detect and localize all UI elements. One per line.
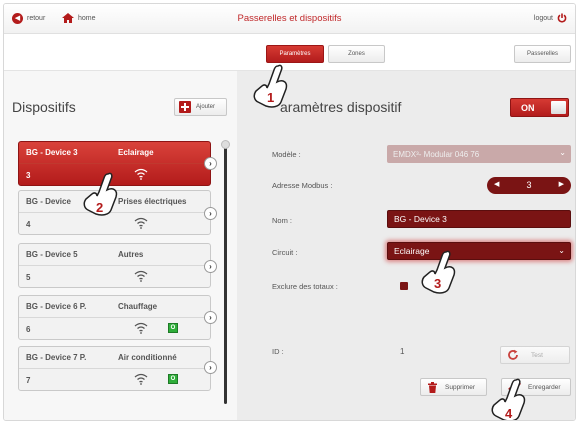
trash-icon <box>428 381 437 393</box>
nom-field[interactable]: BG - Device 3 <box>387 210 571 228</box>
device-number: 7 <box>26 376 31 385</box>
wifi-icon <box>134 168 148 180</box>
device-arrow-button[interactable]: › <box>204 361 217 374</box>
page-title: Passerelles et dispositifs <box>237 13 342 24</box>
device-name: BG - Device 6 P. <box>26 302 87 311</box>
device-card[interactable]: BG - Device 7 P. Air conditionné 7 O <box>18 346 211 391</box>
top-bar: ◀ retour home Passerelles et dispositifs… <box>4 4 575 34</box>
logout-link[interactable]: logout <box>534 13 567 23</box>
device-card-footer: 7 O <box>19 369 210 390</box>
callout-number: 2 <box>96 200 103 215</box>
tutorial-hand-2: 2 <box>80 170 124 218</box>
logout-label: logout <box>533 14 553 22</box>
chevron-down-icon: ⌄ <box>558 246 565 255</box>
exclure-checkbox[interactable] <box>400 282 408 290</box>
device-circuit: Chauffage <box>118 302 158 311</box>
device-card-footer: 5 <box>19 266 210 287</box>
wifi-icon <box>134 373 148 385</box>
modele-value: EMDX³- Modular 046 76 <box>393 149 480 159</box>
device-arrow-button[interactable]: › <box>204 157 217 170</box>
device-arrow-button[interactable]: › <box>204 207 217 220</box>
wifi-icon <box>134 270 148 282</box>
app-frame: ◀ retour home Passerelles et dispositifs… <box>3 3 576 421</box>
toggle-label: ON <box>521 103 535 113</box>
device-card-header: BG - Device 3 Eclairage <box>19 142 210 164</box>
toggle-knob <box>551 101 566 114</box>
save-label: Enregarder <box>528 383 561 391</box>
on-status-badge: O <box>168 374 178 384</box>
wifi-icon <box>134 322 148 334</box>
device-name: BG - Device 3 <box>26 148 78 157</box>
delete-button[interactable]: Supprimer <box>420 378 487 396</box>
callout-number: 4 <box>505 406 513 421</box>
device-number: 3 <box>26 171 31 180</box>
modele-select[interactable]: EMDX³- Modular 046 76 ⌄ <box>387 145 571 163</box>
callout-number: 3 <box>434 276 441 291</box>
tutorial-hand-1: 1 <box>250 62 294 110</box>
device-card-footer: 6 O <box>19 318 210 339</box>
circuit-select[interactable]: Eclairage ⌄ <box>387 242 571 260</box>
device-card-header: BG - Device 6 P. Chauffage <box>19 296 210 318</box>
devices-title: Dispositifs <box>12 99 76 115</box>
device-number: 5 <box>26 273 31 282</box>
device-circuit: Air conditionné <box>118 353 177 362</box>
device-card-header: BG - Device 7 P. Air conditionné <box>19 347 210 369</box>
modele-label: Modèle : <box>272 150 301 159</box>
device-name: BG - Device 5 <box>26 250 78 259</box>
device-arrow-button[interactable]: › <box>204 260 217 273</box>
device-circuit: Eclairage <box>118 148 154 157</box>
test-label: Test <box>531 351 543 359</box>
device-number: 4 <box>26 220 31 229</box>
increment-icon[interactable]: ▶ <box>559 180 564 188</box>
nom-value: BG - Device 3 <box>394 214 447 224</box>
plus-icon <box>179 101 191 113</box>
add-device-button[interactable]: Ajouter <box>174 98 227 116</box>
nom-label: Nom : <box>272 216 293 225</box>
device-card-header: BG - Device 5 Autres <box>19 244 210 266</box>
tab-passerelles[interactable]: Passerelles <box>514 45 571 63</box>
device-list-scrollbar[interactable] <box>224 144 227 404</box>
tutorial-hand-3: 3 <box>418 248 462 296</box>
modbus-stepper[interactable]: ◀ 3 ▶ <box>487 177 571 194</box>
settings-title: aramètres dispositif <box>280 99 402 115</box>
scrollbar-knob[interactable] <box>221 140 230 149</box>
callout-number: 1 <box>267 90 274 105</box>
device-name: BG - Device 7 P. <box>26 353 87 362</box>
device-card[interactable]: BG - Device 5 Autres 5 <box>18 243 211 288</box>
tab-zones[interactable]: Zones <box>328 45 385 63</box>
test-button[interactable]: Test <box>500 346 570 364</box>
exclure-label: Exclure des totaux : <box>272 282 338 291</box>
device-circuit: Autres <box>118 250 144 259</box>
device-arrow-button[interactable]: › <box>204 311 217 324</box>
device-name: BG - Device <box>26 197 71 206</box>
on-status-badge: O <box>168 323 178 333</box>
device-circuit: Prises électriques <box>118 197 187 206</box>
power-icon <box>557 13 567 23</box>
device-on-toggle[interactable]: ON <box>510 98 569 117</box>
modbus-label: Adresse Modbus : <box>272 181 333 190</box>
delete-label: Supprimer <box>445 383 475 391</box>
tab-parametres[interactable]: Paramètres <box>266 45 324 63</box>
wifi-icon <box>134 217 148 229</box>
tutorial-hand-4: 4 <box>488 376 532 421</box>
device-number: 6 <box>26 325 31 334</box>
device-card[interactable]: BG - Device 6 P. Chauffage 6 O <box>18 295 211 340</box>
refresh-icon <box>508 349 518 360</box>
add-label: Ajouter <box>196 104 216 110</box>
id-value: 1 <box>400 347 405 356</box>
id-label: ID : <box>272 347 284 356</box>
chevron-down-icon: ⌄ <box>559 148 566 157</box>
circuit-label: Circuit : <box>272 248 298 257</box>
